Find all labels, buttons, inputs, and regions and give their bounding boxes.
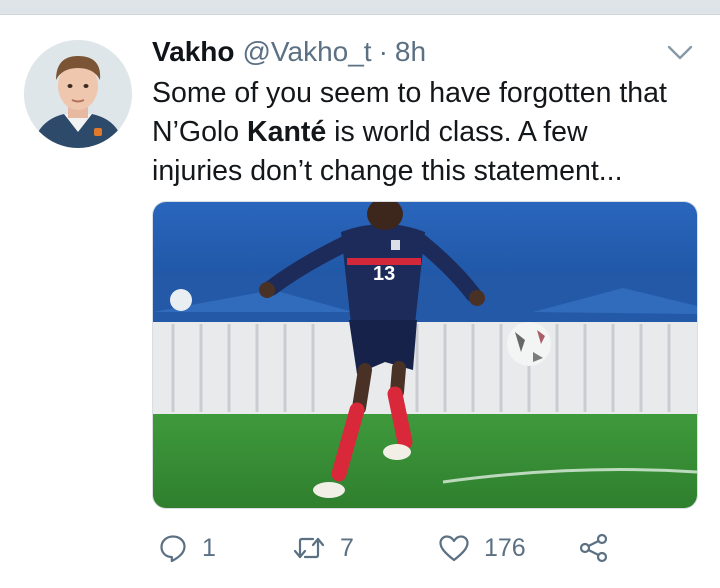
retweet-count: 7	[340, 533, 354, 562]
tweet-timestamp[interactable]: 8h	[395, 36, 426, 68]
football-photo: 13	[153, 202, 697, 508]
avatar-image	[24, 40, 132, 148]
tweet-actions: 1 7 176	[152, 528, 712, 568]
tweet-media[interactable]: 13	[152, 201, 698, 509]
author-name[interactable]: Vakho	[152, 36, 234, 68]
avatar[interactable]	[24, 40, 132, 148]
header-separator: ·	[378, 36, 388, 67]
tweet-text: Some of you seem to have forgotten that …	[152, 74, 712, 191]
retweet-button[interactable]: 7	[292, 528, 354, 568]
tweet-text-segment: is world class. A few	[326, 116, 588, 148]
share-icon	[579, 533, 608, 563]
chevron-down-icon	[667, 45, 693, 60]
tweet-text-line: injuries don’t change this statement...	[152, 155, 623, 187]
like-count: 176	[484, 533, 526, 562]
top-bar	[0, 0, 720, 15]
share-button[interactable]	[578, 528, 610, 568]
author-handle[interactable]: @Vakho_t	[242, 36, 371, 68]
reply-icon	[160, 535, 186, 563]
tweet-text-segment: N’Golo	[152, 116, 248, 148]
jersey-number: 13	[373, 263, 395, 285]
tweet-header: Vakho @Vakho_t · 8h	[152, 36, 426, 72]
football	[507, 322, 551, 366]
tweet-text-line: N’Golo Kanté is world class. A few	[152, 113, 712, 152]
like-icon	[439, 535, 469, 562]
like-button[interactable]: 176	[438, 528, 526, 568]
reply-button[interactable]: 1	[158, 528, 216, 568]
more-options-button[interactable]	[664, 42, 696, 64]
retweet-icon	[293, 537, 325, 559]
reply-count: 1	[202, 533, 216, 562]
tweet-text-line: Some of you seem to have forgotten that	[152, 77, 667, 109]
tweet-text-bold: Kanté	[247, 116, 327, 148]
